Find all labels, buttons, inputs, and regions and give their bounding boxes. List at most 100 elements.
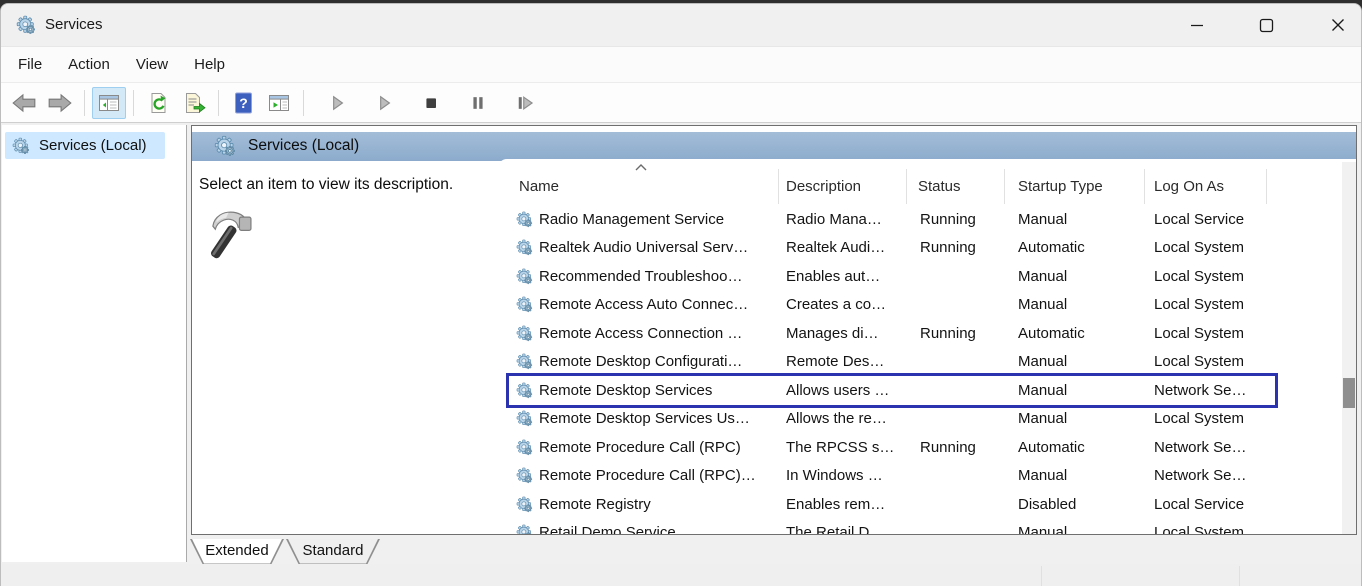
maximize-icon	[1259, 18, 1274, 33]
service-row[interactable]: Radio Management Service Radio Mana… Run…	[506, 205, 1278, 234]
column-separator[interactable]	[1004, 169, 1005, 204]
column-header-description[interactable]: Description	[778, 162, 906, 204]
service-gear-icon	[516, 211, 533, 228]
service-row[interactable]: Remote Procedure Call (RPC)… In Windows …	[506, 462, 1278, 491]
service-logon: Local System	[1144, 325, 1278, 342]
service-row[interactable]: Remote Access Connection … Manages di… R…	[506, 319, 1278, 348]
column-label: Startup Type	[1018, 178, 1103, 195]
pane-header-title: Services (Local)	[248, 137, 359, 155]
menu-help[interactable]: Help	[181, 49, 238, 80]
service-logon: Local System	[1144, 268, 1278, 285]
close-button[interactable]	[1315, 4, 1361, 46]
service-description: Remote Des…	[778, 353, 906, 370]
service-name-cell: Retail Demo Service	[506, 524, 778, 534]
scrollbar-thumb[interactable]	[1343, 378, 1355, 408]
restart-service-button[interactable]	[508, 87, 542, 119]
help-icon: ?	[232, 91, 255, 115]
play-icon	[374, 93, 394, 113]
refresh-button[interactable]	[141, 87, 175, 119]
toolbar-separator	[303, 90, 304, 116]
service-logon: Local Service	[1144, 211, 1278, 228]
service-name-cell: Realtek Audio Universal Serv…	[506, 239, 778, 256]
start-service-button[interactable]	[320, 87, 354, 119]
service-row[interactable]: Recommended Troubleshoo… Enables aut… Ma…	[506, 262, 1278, 291]
service-logon: Local System	[1144, 296, 1278, 313]
service-startup-type: Disabled	[1004, 496, 1144, 513]
menu-file[interactable]: File	[5, 49, 55, 80]
menu-view[interactable]: View	[123, 49, 181, 80]
column-label: Name	[519, 178, 559, 195]
service-gear-icon	[516, 524, 533, 534]
forward-button[interactable]	[43, 87, 77, 119]
vertical-scrollbar[interactable]	[1342, 162, 1356, 534]
show-console-tree-button[interactable]	[92, 87, 126, 119]
action-pane-icon	[267, 92, 291, 114]
service-gear-icon	[516, 410, 533, 427]
column-header-status[interactable]: Status	[906, 162, 1004, 204]
column-separator[interactable]	[1266, 169, 1267, 204]
service-row[interactable]: Remote Access Auto Connec… Creates a co……	[506, 291, 1278, 320]
pause-icon	[468, 93, 488, 113]
service-row[interactable]: Remote Procedure Call (RPC) The RPCSS s……	[506, 433, 1278, 462]
pause-service-button[interactable]	[461, 87, 495, 119]
column-header-startup-type[interactable]: Startup Type	[1004, 162, 1144, 204]
export-list-button[interactable]	[177, 87, 211, 119]
service-status: Running	[906, 439, 1004, 456]
services-window: Services File Action View	[0, 3, 1362, 586]
service-gear-icon	[516, 353, 533, 370]
minimize-icon	[1190, 18, 1204, 32]
service-row[interactable]: Remote Registry Enables rem… Disabled Lo…	[506, 490, 1278, 519]
stop-service-button[interactable]	[414, 87, 448, 119]
show-action-pane-button[interactable]	[262, 87, 296, 119]
tree-item-label: Services (Local)	[39, 137, 147, 154]
service-name: Realtek Audio Universal Serv…	[539, 239, 748, 256]
resume-service-button[interactable]	[367, 87, 401, 119]
service-name-cell: Remote Procedure Call (RPC)…	[506, 467, 778, 484]
service-name-cell: Remote Desktop Configurati…	[506, 353, 778, 370]
service-startup-type: Automatic	[1004, 239, 1144, 256]
service-startup-type: Automatic	[1004, 439, 1144, 456]
tree-item-services-local[interactable]: Services (Local)	[5, 132, 165, 159]
restart-icon	[514, 93, 536, 113]
service-name-cell: Recommended Troubleshoo…	[506, 268, 778, 285]
service-logon: Network Se…	[1144, 382, 1278, 399]
service-startup-type: Manual	[1004, 353, 1144, 370]
back-button[interactable]	[7, 87, 41, 119]
column-separator[interactable]	[906, 169, 907, 204]
service-logon: Local Service	[1144, 496, 1278, 513]
toolbar-separator	[218, 90, 219, 116]
service-startup-type: Manual	[1004, 382, 1144, 399]
service-name-cell: Remote Access Auto Connec…	[506, 296, 778, 313]
minimize-button[interactable]	[1174, 4, 1220, 46]
service-row[interactable]: Remote Desktop Configurati… Remote Des… …	[506, 348, 1278, 377]
service-row[interactable]: Remote Desktop Services Us… Allows the r…	[506, 405, 1278, 434]
service-row[interactable]: Realtek Audio Universal Serv… Realtek Au…	[506, 234, 1278, 263]
forward-arrow-icon	[47, 92, 73, 114]
service-row[interactable]: Remote Desktop Services Allows users … M…	[506, 376, 1278, 405]
column-header-log-on-as[interactable]: Log On As	[1144, 162, 1266, 204]
service-gear-icon	[516, 268, 533, 285]
service-status: Running	[906, 325, 1004, 342]
column-label: Log On As	[1154, 178, 1224, 195]
service-name-cell: Remote Desktop Services	[506, 382, 778, 399]
services-gear-icon	[16, 15, 36, 35]
service-name-cell: Remote Registry	[506, 496, 778, 513]
column-separator[interactable]	[1144, 169, 1145, 204]
service-logon: Network Se…	[1144, 467, 1278, 484]
status-strip	[1, 564, 1361, 586]
tab-standard[interactable]: Standard	[286, 539, 380, 565]
service-logon: Local System	[1144, 239, 1278, 256]
export-list-icon	[182, 91, 207, 115]
menu-action[interactable]: Action	[55, 49, 123, 80]
tab-extended[interactable]: Extended	[190, 539, 284, 565]
column-separator[interactable]	[778, 169, 779, 204]
help-button[interactable]: ?	[226, 87, 260, 119]
service-name: Remote Access Auto Connec…	[539, 296, 748, 313]
service-description: Allows the re…	[778, 410, 906, 427]
toolbar: ?	[1, 82, 1361, 123]
maximize-button[interactable]	[1243, 4, 1289, 46]
service-row[interactable]: Retail Demo Service The Retail D… Manual…	[506, 519, 1278, 535]
service-name: Remote Procedure Call (RPC)	[539, 439, 741, 456]
status-separator	[1239, 566, 1240, 586]
service-name: Remote Desktop Services Us…	[539, 410, 750, 427]
